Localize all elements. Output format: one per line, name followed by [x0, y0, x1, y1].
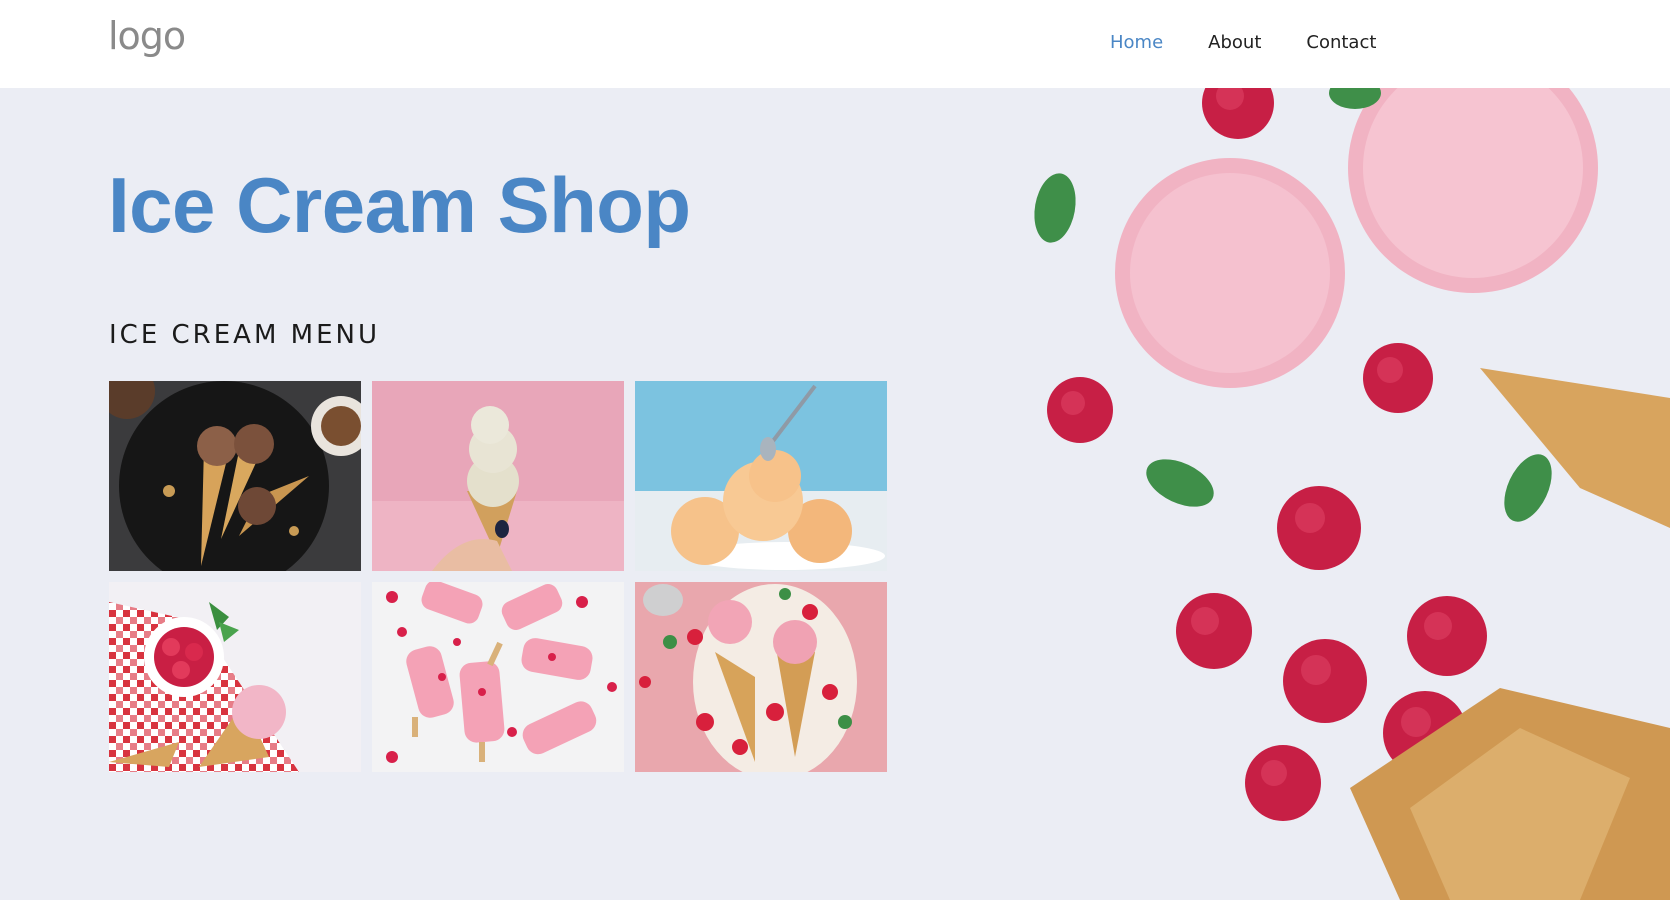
raspberry-cone-checkered-photo[interactable] — [109, 582, 361, 772]
strawberry-cones-photo[interactable] — [635, 582, 887, 772]
nav-about-link[interactable]: About — [1208, 32, 1261, 53]
menu-gallery — [109, 381, 887, 772]
peach-scoops-photo[interactable] — [635, 381, 887, 571]
hero-section: Ice Cream Shop ICE CREAM MENU — [0, 88, 1670, 900]
page-title: Ice Cream Shop — [108, 161, 691, 249]
site-header: logo Home About Contact — [0, 0, 1670, 88]
nav-home-link[interactable]: Home — [1110, 32, 1163, 53]
main-nav: Home About Contact — [1110, 32, 1376, 53]
nav-contact-link[interactable]: Contact — [1306, 32, 1376, 53]
vanilla-cone-pink-photo[interactable] — [372, 381, 624, 571]
hero-decorative-image — [980, 88, 1670, 900]
menu-heading: ICE CREAM MENU — [109, 320, 380, 350]
site-logo[interactable]: logo — [108, 14, 186, 58]
chocolate-cones-photo[interactable] — [109, 381, 361, 571]
raspberry-popsicles-photo[interactable] — [372, 582, 624, 772]
